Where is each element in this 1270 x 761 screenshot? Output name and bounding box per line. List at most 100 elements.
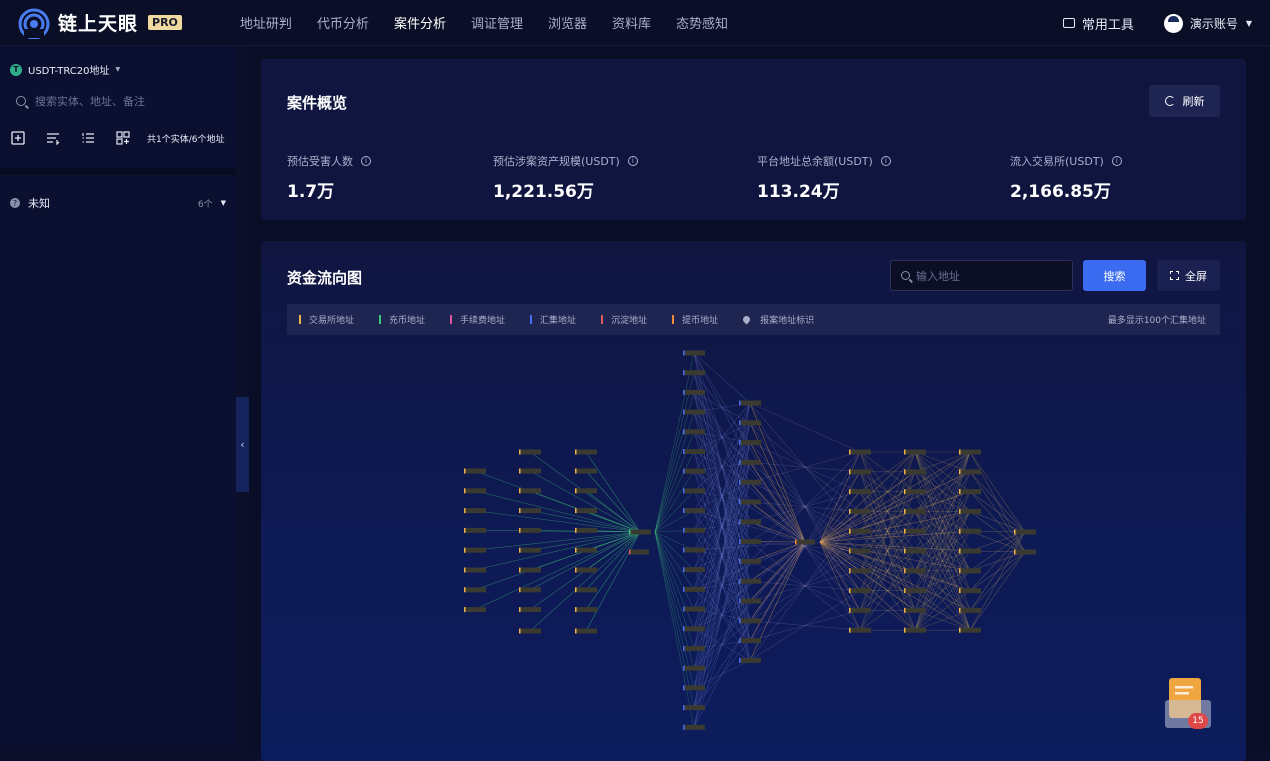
grid-add-icon[interactable]	[115, 130, 131, 146]
address-node[interactable]	[904, 450, 926, 455]
address-node[interactable]	[519, 629, 541, 634]
search-button[interactable]: 搜索	[1083, 260, 1146, 291]
address-node[interactable]	[683, 410, 705, 415]
address-node[interactable]	[683, 587, 705, 592]
address-node[interactable]	[519, 450, 541, 455]
address-node[interactable]	[959, 628, 981, 633]
address-node[interactable]	[683, 351, 705, 356]
address-node[interactable]	[739, 401, 761, 406]
address-node[interactable]	[464, 508, 486, 513]
address-node[interactable]	[959, 588, 981, 593]
address-node[interactable]	[519, 488, 541, 493]
address-node[interactable]	[683, 469, 705, 474]
address-node[interactable]	[683, 390, 705, 395]
address-node[interactable]	[739, 519, 761, 524]
address-node[interactable]	[739, 420, 761, 425]
address-node[interactable]	[739, 480, 761, 485]
address-node[interactable]	[575, 629, 597, 634]
address-node[interactable]	[683, 449, 705, 454]
app-logo[interactable]: 链上天眼 PRO	[18, 7, 182, 39]
sort-list-icon[interactable]	[45, 130, 61, 146]
token-selector[interactable]: T USDT-TRC20地址 ▼	[10, 47, 226, 92]
address-node[interactable]	[464, 469, 486, 474]
address-node[interactable]	[683, 508, 705, 513]
address-node[interactable]	[629, 550, 649, 555]
address-node[interactable]	[849, 588, 871, 593]
address-node[interactable]	[739, 579, 761, 584]
address-node[interactable]	[739, 658, 761, 663]
address-node[interactable]	[739, 440, 761, 445]
address-node[interactable]	[849, 568, 871, 573]
address-node[interactable]	[683, 488, 705, 493]
address-node[interactable]	[959, 469, 981, 474]
address-node[interactable]	[959, 489, 981, 494]
address-node[interactable]	[464, 488, 486, 493]
group-unknown[interactable]: ? 未知 6个 ▼	[0, 185, 236, 221]
address-node[interactable]	[849, 489, 871, 494]
address-node[interactable]	[1014, 550, 1036, 555]
address-node[interactable]	[575, 488, 597, 493]
address-node[interactable]	[575, 548, 597, 553]
info-icon[interactable]: i	[881, 156, 891, 166]
nav-item-token-analysis[interactable]: 代币分析	[317, 13, 369, 32]
address-node[interactable]	[575, 568, 597, 573]
address-node[interactable]	[1014, 530, 1036, 535]
address-node[interactable]	[575, 528, 597, 533]
info-icon[interactable]: i	[1112, 156, 1122, 166]
address-node[interactable]	[464, 587, 486, 592]
address-node[interactable]	[959, 549, 981, 554]
collapse-sidebar-button[interactable]: ‹	[236, 397, 249, 492]
info-icon[interactable]: i	[628, 156, 638, 166]
address-node[interactable]	[959, 608, 981, 613]
notification-button[interactable]: 15	[1163, 676, 1213, 731]
address-search-input[interactable]: 输入地址	[890, 260, 1073, 291]
address-node[interactable]	[519, 607, 541, 612]
address-node[interactable]	[519, 548, 541, 553]
address-node[interactable]	[464, 528, 486, 533]
address-node[interactable]	[904, 568, 926, 573]
nav-item-case-analysis[interactable]: 案件分析	[394, 13, 446, 32]
address-node[interactable]	[683, 548, 705, 553]
address-node[interactable]	[575, 469, 597, 474]
address-node[interactable]	[683, 607, 705, 612]
address-node[interactable]	[683, 725, 705, 730]
address-node[interactable]	[739, 500, 761, 505]
address-node[interactable]	[575, 450, 597, 455]
address-node[interactable]	[575, 607, 597, 612]
address-node[interactable]	[519, 568, 541, 573]
nav-item-evidence-management[interactable]: 调证管理	[471, 13, 523, 32]
address-node[interactable]	[683, 370, 705, 375]
address-node[interactable]	[683, 685, 705, 690]
address-node[interactable]	[959, 529, 981, 534]
fund-flow-graph[interactable]	[261, 341, 1246, 761]
address-node[interactable]	[849, 608, 871, 613]
address-node[interactable]	[739, 618, 761, 623]
address-node[interactable]	[683, 429, 705, 434]
fullscreen-button[interactable]: 全屏	[1157, 260, 1220, 291]
address-node[interactable]	[959, 450, 981, 455]
address-node[interactable]	[683, 705, 705, 710]
address-node[interactable]	[959, 568, 981, 573]
address-node[interactable]	[519, 469, 541, 474]
address-node[interactable]	[904, 588, 926, 593]
ordered-list-icon[interactable]	[80, 130, 96, 146]
address-node[interactable]	[849, 509, 871, 514]
address-node[interactable]	[795, 540, 815, 545]
address-node[interactable]	[464, 607, 486, 612]
refresh-button[interactable]: 刷新	[1149, 85, 1220, 117]
address-node[interactable]	[464, 548, 486, 553]
address-node[interactable]	[959, 509, 981, 514]
address-node[interactable]	[739, 460, 761, 465]
address-node[interactable]	[904, 608, 926, 613]
nav-item-address-analysis[interactable]: 地址研判	[240, 13, 292, 32]
address-node[interactable]	[575, 587, 597, 592]
address-node[interactable]	[849, 529, 871, 534]
sidebar-search-input[interactable]: 搜索实体、地址、备注	[16, 92, 226, 110]
address-node[interactable]	[739, 599, 761, 604]
address-node[interactable]	[683, 528, 705, 533]
address-node[interactable]	[849, 469, 871, 474]
address-node[interactable]	[739, 539, 761, 544]
address-node[interactable]	[904, 509, 926, 514]
address-node[interactable]	[519, 528, 541, 533]
address-node[interactable]	[464, 568, 486, 573]
